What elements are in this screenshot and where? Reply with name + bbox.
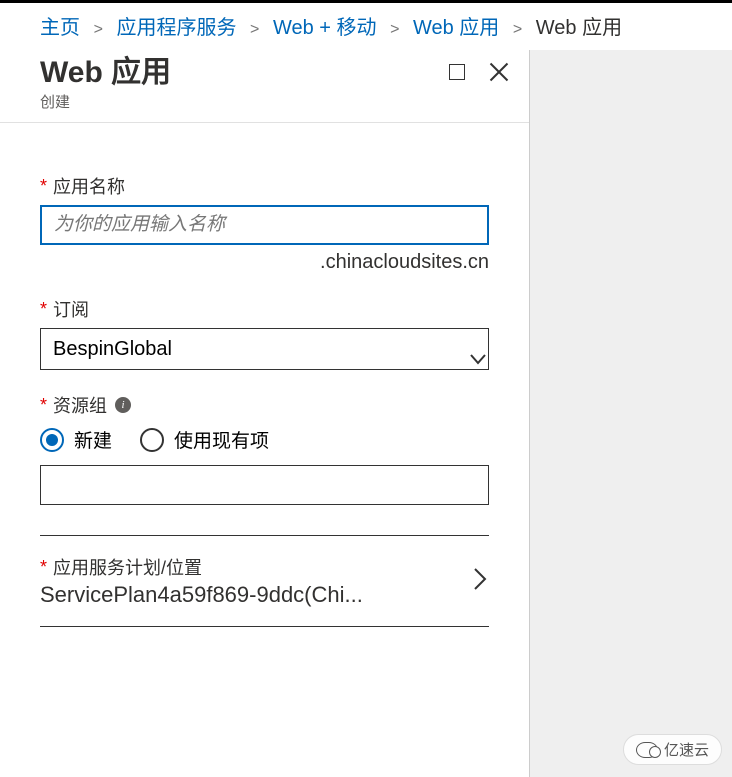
watermark-text: 亿速云 — [664, 739, 709, 760]
breadcrumb: 主页 > 应用程序服务 > Web + 移动 > Web 应用 > Web 应用 — [0, 3, 732, 50]
required-marker: * — [40, 395, 47, 416]
form-area: * 应用名称 .chinacloudsites.cn * 订阅 BespinGl… — [0, 123, 529, 627]
service-plan-label: 应用服务计划/位置 — [53, 554, 202, 580]
create-web-app-blade: Web 应用 创建 * 应用名称 .chinacloudsites.cn * — [0, 50, 530, 777]
domain-suffix: .chinacloudsites.cn — [40, 251, 489, 274]
required-marker: * — [40, 176, 47, 197]
blade-subtitle: 创建 — [40, 91, 449, 112]
required-marker: * — [40, 557, 47, 578]
subscription-field: * 订阅 BespinGlobal — [40, 296, 489, 370]
blade-header: Web 应用 创建 — [0, 50, 529, 123]
info-icon[interactable]: i — [115, 397, 131, 413]
required-marker: * — [40, 299, 47, 320]
radio-circle-icon — [40, 428, 64, 452]
resource-group-input[interactable] — [40, 465, 489, 505]
close-icon[interactable] — [489, 62, 509, 82]
breadcrumb-app-services[interactable]: 应用程序服务 — [116, 17, 236, 39]
service-plan-value: ServicePlan4a59f869-9ddc(Chi... — [40, 582, 471, 608]
service-plan-row[interactable]: * 应用服务计划/位置 ServicePlan4a59f869-9ddc(Chi… — [40, 554, 489, 627]
breadcrumb-web-app[interactable]: Web 应用 — [413, 17, 499, 39]
app-name-label: 应用名称 — [53, 173, 125, 199]
breadcrumb-sep: > — [390, 21, 399, 38]
maximize-icon[interactable] — [449, 64, 465, 80]
radio-existing[interactable]: 使用现有项 — [140, 426, 269, 453]
subscription-select[interactable]: BespinGlobal — [40, 328, 489, 370]
chevron-right-icon — [471, 565, 489, 598]
app-name-input[interactable] — [40, 205, 489, 245]
breadcrumb-home[interactable]: 主页 — [40, 17, 80, 39]
side-gray-panel — [530, 50, 732, 777]
breadcrumb-sep: > — [513, 21, 522, 38]
resource-group-label: 资源组 — [53, 392, 107, 418]
section-separator — [40, 535, 489, 536]
breadcrumb-sep: > — [94, 21, 103, 38]
radio-new[interactable]: 新建 — [40, 426, 112, 453]
subscription-label: 订阅 — [53, 296, 89, 322]
breadcrumb-sep: > — [250, 21, 259, 38]
resource-group-field: * 资源组 i 新建 使用现有项 — [40, 392, 489, 505]
breadcrumb-current: Web 应用 — [536, 17, 622, 39]
watermark: 亿速云 — [623, 734, 722, 765]
radio-circle-icon — [140, 428, 164, 452]
breadcrumb-web-mobile[interactable]: Web + 移动 — [273, 17, 377, 39]
app-name-field: * 应用名称 .chinacloudsites.cn — [40, 173, 489, 274]
radio-new-label: 新建 — [74, 426, 112, 453]
radio-existing-label: 使用现有项 — [174, 426, 269, 453]
blade-title: Web 应用 — [40, 56, 449, 89]
cloud-icon — [636, 742, 658, 758]
subscription-value: BespinGlobal — [53, 338, 460, 361]
